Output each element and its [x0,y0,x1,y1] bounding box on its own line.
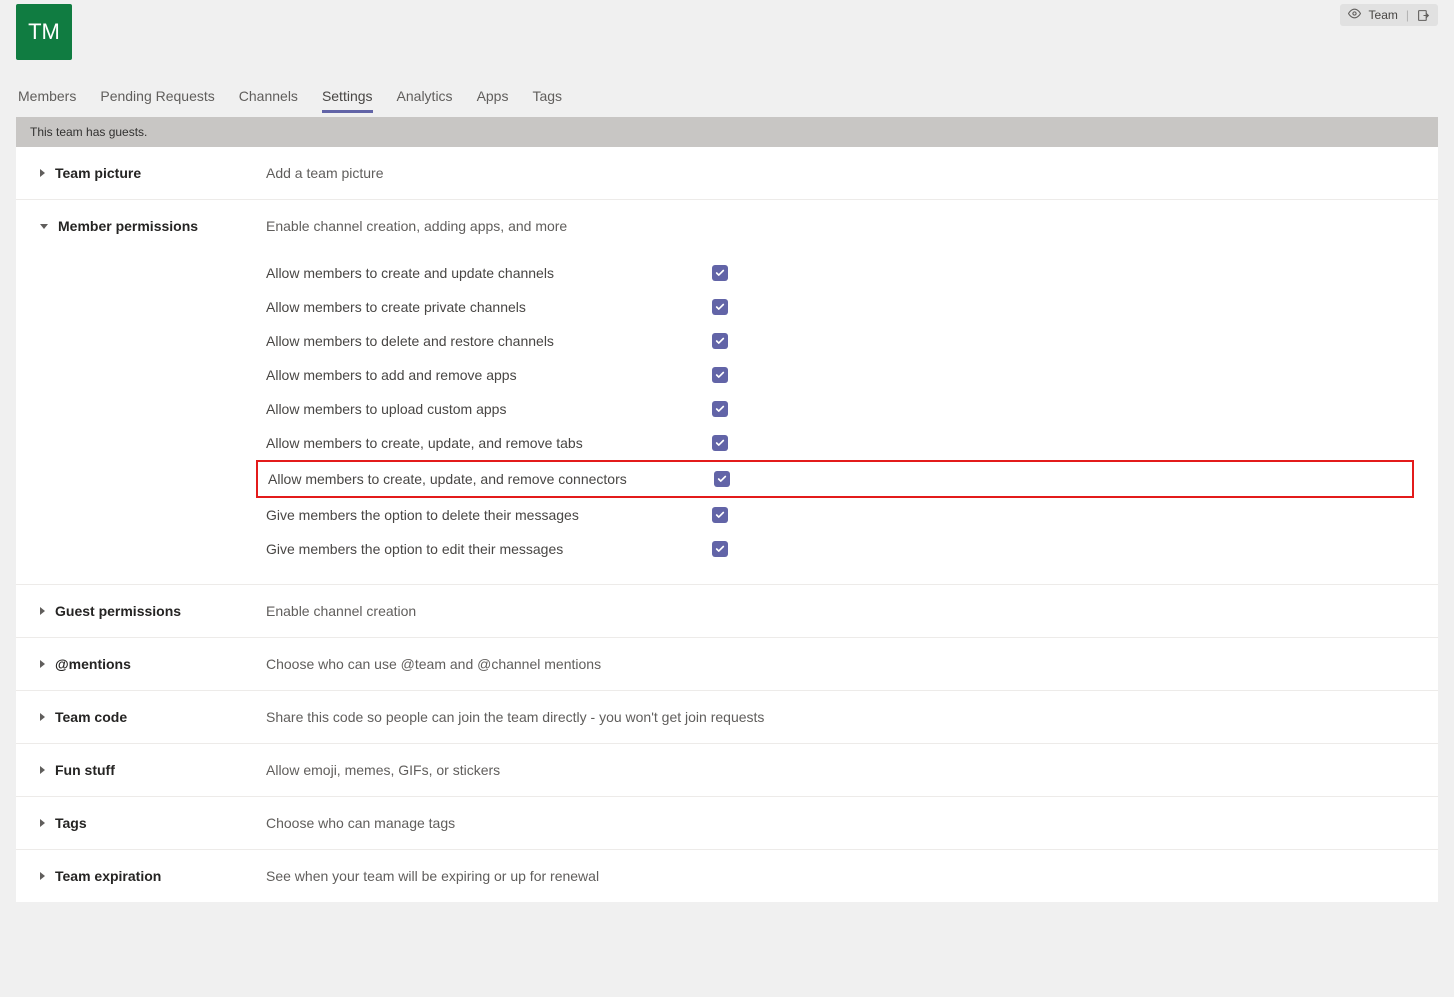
chevron-right-icon [40,872,45,880]
section-title: Team code [55,709,127,725]
permission-row: Allow members to create and update chann… [266,256,1414,290]
section-title: Team picture [55,165,141,181]
chevron-right-icon [40,766,45,774]
section-team-code: Team code Share this code so people can … [16,691,1438,744]
header-actions: Team | [1340,4,1438,26]
permission-row: Allow members to add and remove apps [266,358,1414,392]
section-desc: Allow emoji, memes, GIFs, or stickers [266,762,500,778]
permission-row: Allow members to create, update, and rem… [266,426,1414,460]
section-desc: See when your team will be expiring or u… [266,868,599,884]
permissions-list: Allow members to create and update chann… [266,256,1414,566]
section-desc: Enable channel creation, adding apps, an… [266,218,1414,234]
permission-label: Allow members to create and update chann… [266,265,712,281]
section-header-mentions[interactable]: @mentions [40,656,266,672]
tab-pending-requests[interactable]: Pending Requests [100,88,214,113]
permission-checkbox[interactable] [712,299,728,315]
tab-apps[interactable]: Apps [477,88,509,113]
section-desc: Choose who can use @team and @channel me… [266,656,601,672]
section-team-picture: Team picture Add a team picture [16,147,1438,200]
section-tags: Tags Choose who can manage tags [16,797,1438,850]
section-header-tags[interactable]: Tags [40,815,266,831]
section-title: Team expiration [55,868,161,884]
section-desc: Share this code so people can join the t… [266,709,764,725]
section-title: Guest permissions [55,603,181,619]
permission-row: Give members the option to edit their me… [266,532,1414,566]
chevron-right-icon [40,819,45,827]
permission-label: Allow members to create, update, and rem… [266,435,712,451]
permission-label: Allow members to delete and restore chan… [266,333,712,349]
section-guest-permissions: Guest permissions Enable channel creatio… [16,585,1438,638]
section-title: @mentions [55,656,131,672]
section-desc: Enable channel creation [266,603,416,619]
tab-tags[interactable]: Tags [532,88,562,113]
chevron-down-icon [40,224,48,229]
team-avatar-initials: TM [28,19,60,45]
tab-analytics[interactable]: Analytics [397,88,453,113]
section-header-fun-stuff[interactable]: Fun stuff [40,762,266,778]
section-header-member-permissions[interactable]: Member permissions [40,218,266,234]
section-team-expiration: Team expiration See when your team will … [16,850,1438,902]
section-title: Member permissions [58,218,198,234]
permission-label: Allow members to add and remove apps [266,367,712,383]
visibility-icon [1348,7,1361,23]
tabs: Members Pending Requests Channels Settin… [16,88,1438,113]
permission-checkbox[interactable] [712,435,728,451]
chevron-right-icon [40,660,45,668]
permission-label: Give members the option to edit their me… [266,541,712,557]
section-title: Tags [55,815,87,831]
section-header-team-picture[interactable]: Team picture [40,165,266,181]
permission-label: Allow members to create private channels [266,299,712,315]
permission-label: Allow members to create, update, and rem… [268,471,714,487]
permission-checkbox[interactable] [712,265,728,281]
section-desc: Add a team picture [266,165,384,181]
permission-checkbox[interactable] [712,333,728,349]
tab-channels[interactable]: Channels [239,88,298,113]
section-header-team-expiration[interactable]: Team expiration [40,868,266,884]
section-fun-stuff: Fun stuff Allow emoji, memes, GIFs, or s… [16,744,1438,797]
chevron-right-icon [40,713,45,721]
permission-checkbox[interactable] [712,507,728,523]
guests-banner: This team has guests. [16,117,1438,147]
section-header-guest-permissions[interactable]: Guest permissions [40,603,266,619]
permission-label: Give members the option to delete their … [266,507,712,523]
section-mentions: @mentions Choose who can use @team and @… [16,638,1438,691]
permission-row: Allow members to create, update, and rem… [256,460,1414,498]
tab-members[interactable]: Members [18,88,76,113]
leave-team-icon[interactable] [1417,9,1430,22]
permission-checkbox[interactable] [712,367,728,383]
section-header-team-code[interactable]: Team code [40,709,266,725]
permission-row: Allow members to create private channels [266,290,1414,324]
team-visibility-label[interactable]: Team [1369,8,1398,22]
permission-row: Allow members to upload custom apps [266,392,1414,426]
separator: | [1406,8,1409,22]
section-desc: Choose who can manage tags [266,815,455,831]
team-avatar[interactable]: TM [16,4,72,60]
permission-checkbox[interactable] [714,471,730,487]
permission-label: Allow members to upload custom apps [266,401,712,417]
chevron-right-icon [40,169,45,177]
tab-settings[interactable]: Settings [322,88,373,113]
section-title: Fun stuff [55,762,115,778]
permission-row: Allow members to delete and restore chan… [266,324,1414,358]
permission-checkbox[interactable] [712,401,728,417]
permission-checkbox[interactable] [712,541,728,557]
chevron-right-icon [40,607,45,615]
permission-row: Give members the option to delete their … [266,498,1414,532]
section-member-permissions: Member permissions Enable channel creati… [16,200,1438,585]
